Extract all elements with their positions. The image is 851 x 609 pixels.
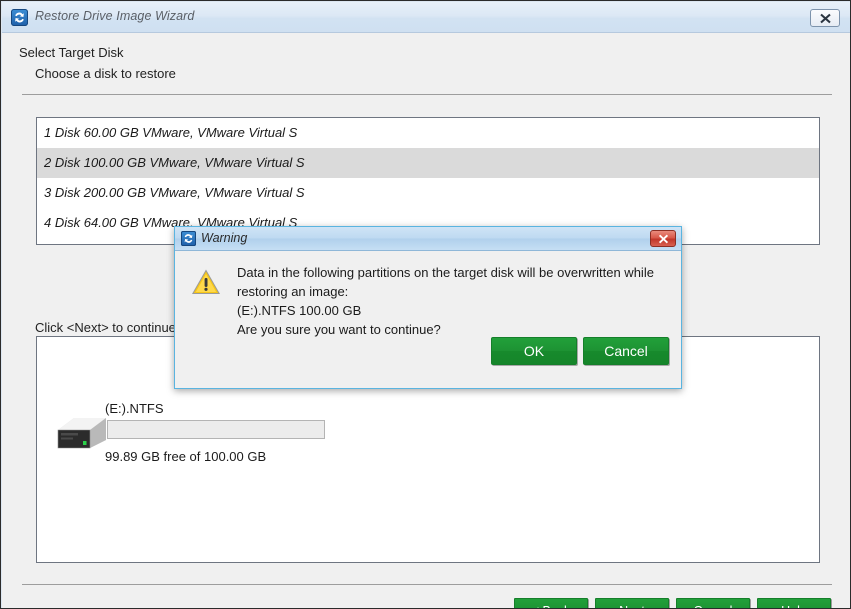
restore-arrows-icon	[11, 9, 28, 26]
help-button[interactable]: Help	[757, 598, 831, 608]
warning-cancel-button[interactable]: Cancel	[583, 337, 669, 365]
page-title: Select Target Disk	[19, 45, 124, 60]
warning-message-line: Data in the following partitions on the …	[237, 265, 654, 280]
warning-dialog-titlebar: Warning	[175, 227, 681, 251]
list-item[interactable]: 1 Disk 60.00 GB VMware, VMware Virtual S	[37, 118, 819, 148]
footer-button-row: < Back Next Cancel Help	[2, 598, 850, 608]
warning-message-line: restoring an image:	[237, 284, 349, 299]
warning-dialog-close-button[interactable]	[650, 230, 676, 247]
warning-dialog-title: Warning	[201, 231, 248, 245]
restore-drive-image-wizard-window: Restore Drive Image Wizard Select Target…	[0, 0, 851, 609]
next-hint-text: Click <Next> to continue	[35, 320, 176, 335]
warning-dialog-message: Data in the following partitions on the …	[237, 263, 669, 339]
page-subtitle: Choose a disk to restore	[35, 66, 176, 81]
window-close-button[interactable]	[810, 9, 840, 27]
warning-message-line: (E:).NTFS 100.00 GB	[237, 303, 362, 318]
partition-free-space: 99.89 GB free of 100.00 GB	[105, 449, 267, 464]
warning-dialog: Warning Data in the following partitions…	[174, 226, 682, 389]
window-title: Restore Drive Image Wizard	[35, 9, 195, 23]
hard-drive-icon	[54, 410, 110, 456]
header-divider	[22, 94, 832, 95]
window-titlebar: Restore Drive Image Wizard	[2, 2, 850, 33]
partition-capacity-bar	[107, 420, 325, 439]
next-button[interactable]: Next	[595, 598, 669, 608]
list-item[interactable]: 2 Disk 100.00 GB VMware, VMware Virtual …	[37, 148, 819, 178]
cancel-button[interactable]: Cancel	[676, 598, 750, 608]
restore-arrows-icon	[181, 231, 196, 246]
warning-triangle-icon	[191, 268, 221, 296]
back-button[interactable]: < Back	[514, 598, 588, 608]
partition-name: (E:).NTFS	[105, 401, 164, 416]
warning-ok-button[interactable]: OK	[491, 337, 577, 365]
footer-divider	[22, 584, 832, 585]
list-item[interactable]: 3 Disk 200.00 GB VMware, VMware Virtual …	[37, 178, 819, 208]
